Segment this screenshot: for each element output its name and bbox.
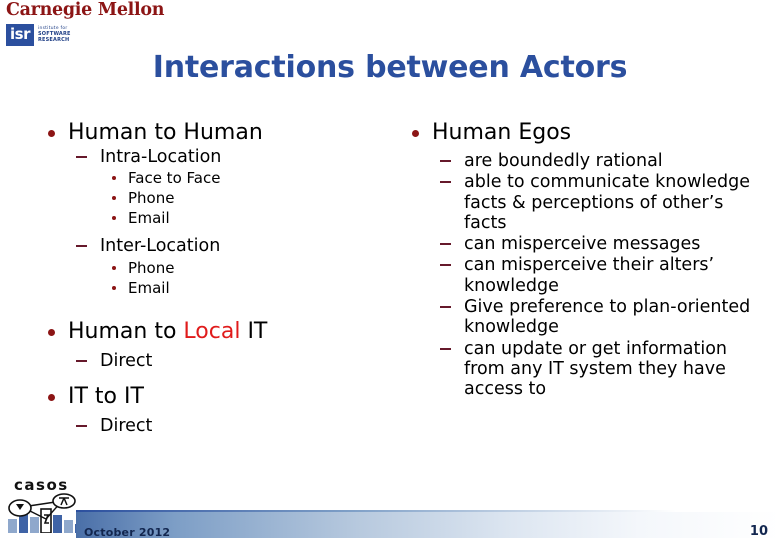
bullet-icon bbox=[48, 328, 55, 336]
list-item-human-to-human: Human to Human Intra-Location Face to Fa… bbox=[34, 120, 384, 297]
footer-bar bbox=[76, 512, 780, 538]
item-label: Direct bbox=[100, 415, 153, 436]
list-item: can update or get information from any I… bbox=[432, 339, 758, 400]
slide-title: Interactions between Actors bbox=[152, 50, 628, 85]
isr-subtitle: institute for SOFTWARE RESEARCH bbox=[38, 26, 71, 44]
dash-icon bbox=[440, 347, 451, 350]
list-item-intra-location: Intra-Location Face to Face Phone Email bbox=[68, 147, 384, 227]
casos-wordmark: casos bbox=[14, 476, 69, 494]
sublist-human-egos: are boundedly rational able to communica… bbox=[432, 151, 758, 400]
bullet-icon bbox=[48, 130, 55, 137]
list-item: able to communicate knowledge facts & pe… bbox=[432, 172, 758, 233]
bullet-icon bbox=[112, 196, 116, 201]
item-label: can misperceive messages bbox=[464, 234, 701, 255]
slide-content: Human to Human Intra-Location Face to Fa… bbox=[0, 120, 780, 480]
list-item-direct: Direct bbox=[68, 351, 384, 371]
bullet-icon bbox=[112, 216, 116, 221]
dash-icon bbox=[440, 243, 451, 246]
item-label-pre: Human to bbox=[68, 318, 184, 344]
item-label-highlight: Local bbox=[183, 318, 241, 344]
item-label: are boundedly rational bbox=[464, 150, 663, 171]
isr-badge: isr bbox=[6, 23, 34, 46]
dash-icon bbox=[76, 245, 87, 248]
item-label: IT to IT bbox=[68, 383, 144, 409]
isr-logo: isr institute for SOFTWARE RESEARCH bbox=[6, 23, 156, 46]
bullet-icon bbox=[112, 265, 116, 270]
sublist-it-to-it: Direct bbox=[68, 416, 384, 436]
list-item: Email bbox=[100, 209, 384, 227]
sublist-human-to-human: Intra-Location Face to Face Phone Email … bbox=[68, 147, 384, 297]
item-label: Face to Face bbox=[128, 169, 221, 188]
item-label: Email bbox=[128, 209, 170, 228]
bullet-icon bbox=[412, 130, 419, 137]
item-label: Inter-Location bbox=[100, 236, 221, 257]
list-item-direct: Direct bbox=[68, 416, 384, 436]
carnegie-mellon-logo: Carnegie Mellon isr institute for SOFTWA… bbox=[6, 0, 165, 54]
list-item: Phone bbox=[100, 189, 384, 207]
list-item: are boundedly rational bbox=[432, 151, 758, 171]
bullet-icon bbox=[112, 176, 116, 181]
item-label: Give preference to plan-oriented knowled… bbox=[464, 297, 751, 338]
dash-icon bbox=[440, 181, 451, 184]
list-item: Give preference to plan-oriented knowled… bbox=[432, 297, 758, 338]
page-number: 10 bbox=[749, 524, 768, 539]
list-item-human-to-local-it: Human to Local IT Direct bbox=[34, 319, 384, 371]
item-label: able to communicate knowledge facts & pe… bbox=[464, 172, 751, 233]
list-item: Phone bbox=[100, 259, 384, 277]
list-item: can misperceive messages bbox=[432, 234, 758, 254]
item-label: can update or get information from any I… bbox=[464, 338, 727, 400]
list-item-it-to-it: IT to IT Direct bbox=[34, 384, 384, 436]
dash-icon bbox=[440, 159, 451, 162]
item-label-post: IT bbox=[240, 318, 268, 344]
list-item-human-egos: Human Egos are boundedly rational able t… bbox=[398, 120, 758, 400]
footer-date: October 2012 bbox=[84, 526, 171, 539]
item-label: Direct bbox=[100, 350, 153, 371]
sublist-human-to-local-it: Direct bbox=[68, 351, 384, 371]
dash-icon bbox=[76, 155, 87, 158]
bullet-icon bbox=[48, 393, 55, 401]
dash-icon bbox=[440, 264, 451, 267]
item-label: Human Egos bbox=[432, 120, 572, 145]
list-item: can misperceive their alters’ knowledge bbox=[432, 255, 758, 296]
item-label: Human to Human bbox=[68, 120, 263, 145]
bullet-icon bbox=[112, 285, 116, 290]
right-column: Human Egos are boundedly rational able t… bbox=[398, 120, 758, 400]
dash-icon bbox=[76, 424, 87, 427]
item-label: Intra-Location bbox=[100, 146, 222, 167]
sublist-intra-location: Face to Face Phone Email bbox=[100, 169, 384, 227]
isr-subtitle-line3: RESEARCH bbox=[37, 37, 70, 44]
item-label: Phone bbox=[128, 258, 175, 277]
left-bullet-list: Human to Human Intra-Location Face to Fa… bbox=[34, 120, 384, 436]
right-bullet-list: Human Egos are boundedly rational able t… bbox=[398, 120, 758, 400]
item-label: can misperceive their alters’ knowledge bbox=[464, 255, 715, 296]
cmu-wordmark: Carnegie Mellon bbox=[6, 0, 165, 20]
dash-icon bbox=[440, 306, 451, 309]
list-item: Email bbox=[100, 279, 384, 297]
dash-icon bbox=[76, 359, 87, 362]
sublist-inter-location: Phone Email bbox=[100, 259, 384, 297]
list-item-inter-location: Inter-Location Phone Email bbox=[68, 236, 384, 297]
list-item: Face to Face bbox=[100, 169, 384, 187]
item-label: Email bbox=[128, 278, 170, 297]
left-column: Human to Human Intra-Location Face to Fa… bbox=[34, 120, 384, 436]
item-label: Phone bbox=[128, 189, 175, 208]
